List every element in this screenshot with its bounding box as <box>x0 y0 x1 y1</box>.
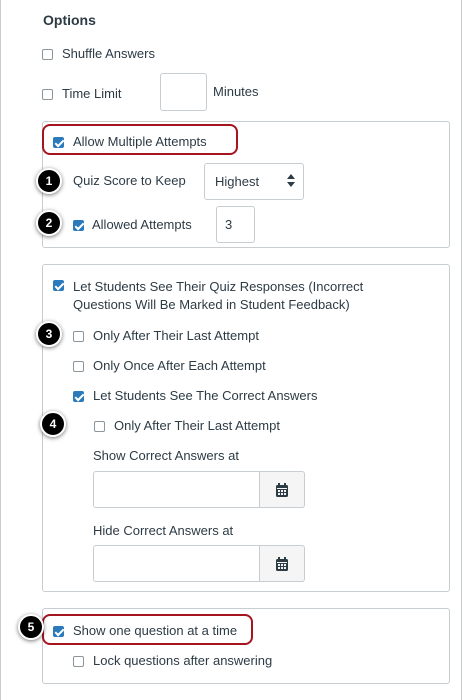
correct-only-after-last-checkbox[interactable] <box>94 420 105 432</box>
see-correct-answers-label: Let Students See The Correct Answers <box>93 388 318 403</box>
only-after-last-attempt-option[interactable]: Only After Their Last Attempt <box>73 328 259 344</box>
calendar-icon <box>276 482 288 497</box>
see-quiz-responses-label-line1: Let Students See Their Quiz Responses (I… <box>73 279 364 294</box>
time-limit-label: Time Limit <box>62 86 122 101</box>
step-marker-4: 4 <box>40 411 66 437</box>
time-limit-unit: Minutes <box>213 84 259 99</box>
see-quiz-responses-label-line2: Questions Will Be Marked in Student Feed… <box>73 297 350 312</box>
allowed-attempts-checkbox[interactable] <box>73 219 84 231</box>
allowed-attempts-input[interactable]: 3 <box>216 206 255 243</box>
show-one-question-option[interactable]: Show one question at a time <box>53 623 237 639</box>
correct-only-after-last-option[interactable]: Only After Their Last Attempt <box>94 418 280 434</box>
time-limit-input[interactable] <box>160 73 207 111</box>
options-panel: Options Shuffle Answers Time Limit Minut… <box>0 0 462 700</box>
quiz-score-to-keep-select[interactable]: Highest <box>204 163 304 200</box>
quiz-score-to-keep-value: Highest <box>215 174 260 189</box>
calendar-icon <box>276 556 288 571</box>
lock-questions-checkbox[interactable] <box>73 655 84 667</box>
hide-correct-answers-date-picker <box>93 545 305 582</box>
shuffle-answers-checkbox[interactable] <box>42 48 53 60</box>
see-correct-answers-checkbox[interactable] <box>73 390 84 402</box>
time-limit-option[interactable]: Time Limit <box>42 86 121 102</box>
show-correct-answers-calendar-button[interactable] <box>260 471 305 508</box>
show-correct-answers-date-input[interactable] <box>93 471 260 508</box>
only-once-after-attempt-checkbox[interactable] <box>73 360 84 372</box>
see-correct-answers-option[interactable]: Let Students See The Correct Answers <box>73 388 318 404</box>
hide-correct-answers-at-label: Hide Correct Answers at <box>93 523 234 538</box>
correct-only-after-last-label: Only After Their Last Attempt <box>114 418 280 433</box>
time-limit-checkbox[interactable] <box>42 88 53 100</box>
show-correct-answers-at-label: Show Correct Answers at <box>93 448 239 463</box>
step-marker-1: 1 <box>36 168 62 194</box>
only-after-last-attempt-checkbox[interactable] <box>73 330 84 342</box>
quiz-score-to-keep-label: Quiz Score to Keep <box>73 173 186 188</box>
sort-arrows-icon <box>287 174 295 190</box>
allow-multiple-attempts-option[interactable]: Allow Multiple Attempts <box>53 134 207 150</box>
shuffle-answers-label: Shuffle Answers <box>62 46 155 61</box>
section-title: Options <box>43 12 96 28</box>
hide-correct-answers-date-input[interactable] <box>93 545 260 582</box>
allowed-attempts-option[interactable]: Allowed Attempts <box>73 217 192 233</box>
see-quiz-responses-option[interactable]: Let Students See Their Quiz Responses (I… <box>53 278 363 314</box>
see-quiz-responses-checkbox[interactable] <box>53 280 64 291</box>
see-quiz-responses-label: Let Students See Their Quiz Responses (I… <box>73 278 363 314</box>
allowed-attempts-label: Allowed Attempts <box>92 217 192 232</box>
show-correct-answers-date-picker <box>93 471 305 508</box>
show-one-question-checkbox[interactable] <box>53 625 64 637</box>
hide-correct-answers-calendar-button[interactable] <box>260 545 305 582</box>
show-one-question-label: Show one question at a time <box>73 623 238 638</box>
lock-questions-label: Lock questions after answering <box>93 653 273 668</box>
only-after-last-attempt-label: Only After Their Last Attempt <box>93 328 259 343</box>
shuffle-answers-option[interactable]: Shuffle Answers <box>42 46 155 62</box>
allow-multiple-attempts-label: Allow Multiple Attempts <box>73 134 207 149</box>
only-once-after-attempt-option[interactable]: Only Once After Each Attempt <box>73 358 266 374</box>
lock-questions-option[interactable]: Lock questions after answering <box>73 653 272 669</box>
step-marker-5: 5 <box>18 614 44 640</box>
allow-multiple-attempts-checkbox[interactable] <box>53 136 64 148</box>
step-marker-2: 2 <box>36 210 62 236</box>
only-once-after-attempt-label: Only Once After Each Attempt <box>93 358 266 373</box>
step-marker-3: 3 <box>36 321 62 347</box>
